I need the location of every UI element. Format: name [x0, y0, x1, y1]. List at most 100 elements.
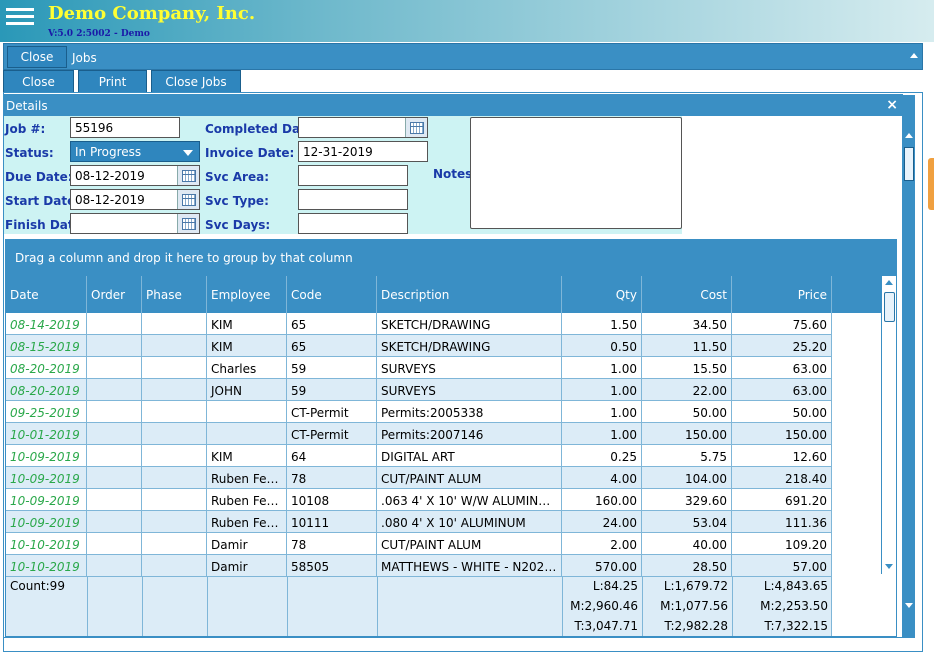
cell-qty[interactable]: 1.50	[562, 313, 642, 335]
cell-code[interactable]: 10108	[287, 489, 377, 511]
cell-date[interactable]: 10-10-2019	[6, 555, 87, 577]
cell-date[interactable]: 08-15-2019	[6, 335, 87, 357]
cell-order[interactable]	[87, 467, 142, 489]
svc-type-field[interactable]	[298, 189, 408, 210]
cell-date[interactable]: 10-09-2019	[6, 489, 87, 511]
cell-date[interactable]: 10-01-2019	[6, 423, 87, 445]
cell-code[interactable]: 10111	[287, 511, 377, 533]
calendar-icon[interactable]	[177, 190, 199, 209]
cell-order[interactable]	[87, 555, 142, 577]
print-button[interactable]: Print	[78, 70, 147, 93]
collapse-up-icon[interactable]	[910, 53, 918, 58]
cell-description[interactable]: MATTHEWS - WHITE - N202SP	[377, 555, 562, 577]
cell-price[interactable]: 150.00	[732, 423, 832, 445]
cell-date[interactable]: 09-25-2019	[6, 401, 87, 423]
scroll-up-icon[interactable]	[905, 133, 913, 138]
column-header-phase[interactable]: Phase	[142, 276, 207, 313]
column-header-price[interactable]: Price	[732, 276, 832, 313]
cell-cost[interactable]: 50.00	[642, 401, 732, 423]
cell-employee[interactable]: Ruben Fern...	[207, 511, 287, 533]
cell-cost[interactable]: 28.50	[642, 555, 732, 577]
cell-cost[interactable]: 15.50	[642, 357, 732, 379]
cell-description[interactable]: SKETCH/DRAWING	[377, 335, 562, 357]
cell-phase[interactable]	[142, 489, 207, 511]
cell-qty[interactable]: 160.00	[562, 489, 642, 511]
cell-price[interactable]: 63.00	[732, 357, 832, 379]
cell-date[interactable]: 10-09-2019	[6, 467, 87, 489]
cell-description[interactable]: CUT/PAINT ALUM	[377, 533, 562, 555]
cell-cost[interactable]: 34.50	[642, 313, 732, 335]
cell-cost[interactable]: 150.00	[642, 423, 732, 445]
cell-description[interactable]: Permits:2005338	[377, 401, 562, 423]
cell-qty[interactable]: 0.25	[562, 445, 642, 467]
cell-price[interactable]: 218.40	[732, 467, 832, 489]
cell-qty[interactable]: 1.00	[562, 379, 642, 401]
table-row[interactable]: 10-10-2019 Damir 78 CUT/PAINT ALUM 2.00 40.00…	[6, 533, 832, 555]
cell-cost[interactable]: 22.00	[642, 379, 732, 401]
cell-phase[interactable]	[142, 511, 207, 533]
cell-phase[interactable]	[142, 379, 207, 401]
cell-description[interactable]: .080 4' X 10' ALUMINUM	[377, 511, 562, 533]
side-tab[interactable]	[928, 158, 934, 210]
cell-description[interactable]: SKETCH/DRAWING	[377, 313, 562, 335]
cell-order[interactable]	[87, 357, 142, 379]
cell-employee[interactable]: Ruben Fern...	[207, 467, 287, 489]
cell-price[interactable]: 50.00	[732, 401, 832, 423]
table-row[interactable]: 10-09-2019 Ruben Fern... 10111.080 4' X 10…	[6, 511, 832, 533]
notes-textarea[interactable]	[470, 117, 682, 229]
table-row[interactable]: 09-25-2019 CT-Permit Permits:2005338 1.00 50…	[6, 401, 832, 423]
cell-qty[interactable]: 1.00	[562, 423, 642, 445]
cell-code[interactable]: 59	[287, 357, 377, 379]
cell-date[interactable]: 10-09-2019	[6, 445, 87, 467]
table-row[interactable]: 08-14-2019 KIM 65 SKETCH/DRAWING 1.50 34.50 75…	[6, 313, 832, 335]
cell-price[interactable]: 111.36	[732, 511, 832, 533]
cell-date[interactable]: 08-20-2019	[6, 379, 87, 401]
cell-phase[interactable]	[142, 533, 207, 555]
calendar-icon[interactable]	[177, 214, 199, 233]
scroll-up-icon[interactable]	[885, 280, 893, 285]
close-jobs-button[interactable]: Close Jobs	[151, 70, 241, 93]
scroll-down-icon[interactable]	[905, 603, 913, 608]
cell-code[interactable]: 58505	[287, 555, 377, 577]
cell-order[interactable]	[87, 313, 142, 335]
cell-price[interactable]: 12.60	[732, 445, 832, 467]
close-button[interactable]: Close	[3, 70, 74, 93]
status-select[interactable]: In Progress	[70, 141, 200, 162]
table-row[interactable]: 10-09-2019 KIM 64 DIGITAL ART 0.25 5.75 12.60	[6, 445, 832, 467]
cell-order[interactable]	[87, 511, 142, 533]
cell-order[interactable]	[87, 533, 142, 555]
table-row[interactable]: 10-10-2019 Damir 58505 MATTHEWS - WHITE - N…	[6, 555, 832, 577]
cell-cost[interactable]: 53.04	[642, 511, 732, 533]
cell-cost[interactable]: 5.75	[642, 445, 732, 467]
cell-code[interactable]: 59	[287, 379, 377, 401]
invoice-date-field[interactable]: 12-31-2019	[298, 141, 428, 162]
cell-employee[interactable]: JOHN	[207, 379, 287, 401]
cell-price[interactable]: 691.20	[732, 489, 832, 511]
hamburger-menu-icon[interactable]	[6, 8, 34, 26]
completed-date-field[interactable]	[298, 117, 428, 138]
cell-qty[interactable]: 0.50	[562, 335, 642, 357]
cell-phase[interactable]	[142, 401, 207, 423]
cell-cost[interactable]: 11.50	[642, 335, 732, 357]
table-row[interactable]: 10-01-2019 CT-Permit Permits:2007146 1.00 15…	[6, 423, 832, 445]
cell-qty[interactable]: 1.00	[562, 357, 642, 379]
cell-order[interactable]	[87, 401, 142, 423]
cell-order[interactable]	[87, 423, 142, 445]
job-number-field[interactable]: 55196	[70, 117, 180, 138]
table-row[interactable]: 08-15-2019 KIM 65 SKETCH/DRAWING 0.50 11.50 25…	[6, 335, 832, 357]
cell-employee[interactable]: KIM	[207, 313, 287, 335]
cell-order[interactable]	[87, 379, 142, 401]
cell-phase[interactable]	[142, 357, 207, 379]
cell-code[interactable]: 64	[287, 445, 377, 467]
cell-phase[interactable]	[142, 423, 207, 445]
jobs-close-button[interactable]: Close	[7, 46, 67, 68]
cell-phase[interactable]	[142, 335, 207, 357]
cell-phase[interactable]	[142, 313, 207, 335]
finish-date-field[interactable]	[70, 213, 200, 234]
scroll-thumb[interactable]	[904, 147, 914, 181]
cell-qty[interactable]: 570.00	[562, 555, 642, 577]
cell-description[interactable]: SURVEYS	[377, 357, 562, 379]
cell-price[interactable]: 57.00	[732, 555, 832, 577]
cell-employee[interactable]: Charles	[207, 357, 287, 379]
cell-date[interactable]: 08-20-2019	[6, 357, 87, 379]
